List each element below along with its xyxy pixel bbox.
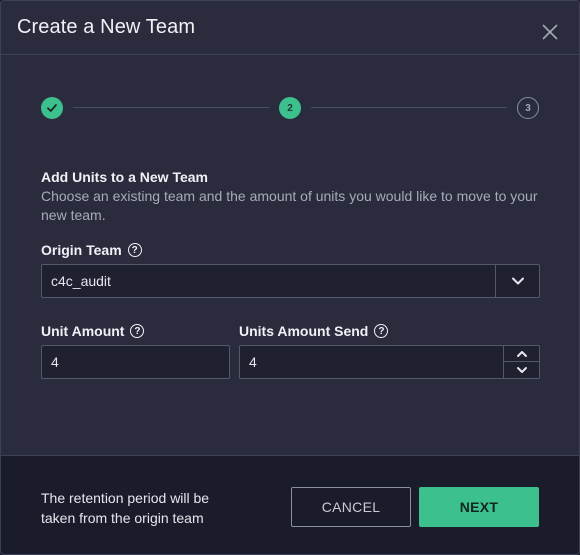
stepper-connector [311,107,507,108]
chevron-up-icon [516,350,527,357]
origin-team-label-text: Origin Team [41,242,122,258]
chevron-down-icon [511,277,524,285]
dialog-footer: The retention period will be taken from … [1,455,579,554]
step-1-complete [41,97,63,119]
unit-amount-label-text: Unit Amount [41,323,125,339]
increment-button[interactable] [504,346,539,362]
chevron-down-icon [516,367,527,373]
decrement-button[interactable] [504,362,539,378]
unit-amount-label: Unit Amount ? [41,323,145,339]
help-icon[interactable]: ? [127,243,142,257]
unit-amount-input[interactable]: 4 [41,345,230,379]
units-amount-send-label-text: Units Amount Send [239,323,369,339]
cancel-button[interactable]: CANCEL [291,487,411,527]
origin-team-label: Origin Team ? [41,242,142,258]
help-icon[interactable]: ? [374,324,389,338]
units-amount-send-label: Units Amount Send ? [239,323,389,339]
close-icon[interactable] [540,22,560,42]
origin-team-value: c4c_audit [51,273,111,289]
stepper-connector [73,107,269,108]
dialog-header: Create a New Team [1,1,579,55]
dropdown-toggle[interactable] [495,265,539,297]
unit-amount-value: 4 [51,354,59,370]
check-icon [47,104,57,112]
section-description: Choose an existing team and the amount o… [41,188,538,223]
next-button[interactable]: NEXT [419,487,539,527]
help-icon[interactable]: ? [130,324,145,338]
retention-note: The retention period will be taken from … [41,490,210,526]
units-amount-send-input[interactable]: 4 [239,345,540,379]
step-2-active: 2 [279,97,301,119]
number-stepper [503,346,539,378]
origin-team-select[interactable]: c4c_audit [41,264,540,298]
create-team-dialog: Create a New Team 2 3 Add Units to a New… [0,0,580,555]
dialog-title: Create a New Team [17,16,196,38]
section-title: Add Units to a New Team [41,169,208,185]
step-3-pending: 3 [517,97,539,119]
units-amount-send-value: 4 [249,354,257,370]
